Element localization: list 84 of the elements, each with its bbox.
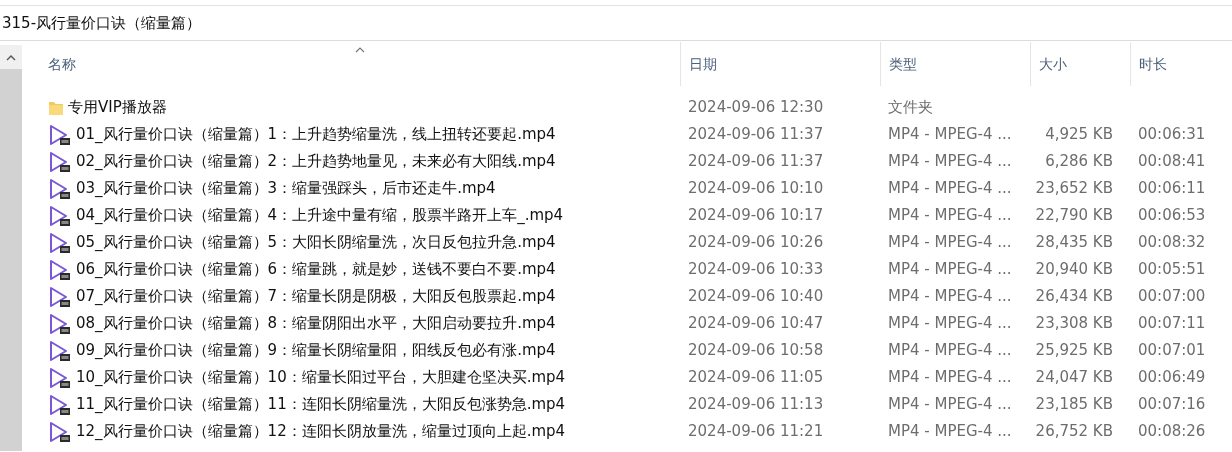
- duration: 00:08:26: [1138, 422, 1206, 441]
- duration: 00:07:16: [1138, 395, 1206, 414]
- video-file-icon: [48, 393, 72, 416]
- date-modified: 2024-09-06 10:33: [688, 260, 824, 279]
- file-name[interactable]: 05_风行量价口诀（缩量篇）5：大阳长阴缩量洗，次日反包拉升急.mp4: [76, 231, 556, 254]
- file-name[interactable]: 02_风行量价口诀（缩量篇）2：上升趋势地量见，未来必有大阳线.mp4: [76, 150, 556, 173]
- file-name[interactable]: 07_风行量价口诀（缩量篇）7：缩量长阴是阴极，大阳反包股票起.mp4: [76, 285, 556, 308]
- scrollbar[interactable]: [0, 45, 22, 451]
- date-modified: 2024-09-06 12:30: [688, 98, 824, 117]
- video-file-icon: [48, 150, 72, 173]
- file-size: 22,790 KB: [1035, 206, 1113, 225]
- file-size: 4,925 KB: [1045, 125, 1113, 144]
- folder-icon: [48, 99, 64, 116]
- video-file-icon: [48, 285, 72, 308]
- file-type: MP4 - MPEG-4 ...: [888, 395, 1012, 414]
- file-name[interactable]: 11_风行量价口诀（缩量篇）11：连阳长阴缩量洗，大阳反包涨势急.mp4: [76, 393, 566, 416]
- date-modified: 2024-09-06 10:17: [688, 206, 824, 225]
- column-header[interactable]: 大小: [1030, 42, 1130, 86]
- video-file-icon: [48, 177, 72, 200]
- file-type: MP4 - MPEG-4 ...: [888, 422, 1012, 441]
- video-file-icon: [48, 231, 72, 254]
- duration: 00:07:00: [1138, 287, 1206, 306]
- video-file-icon: [48, 204, 72, 227]
- file-name[interactable]: 03_风行量价口诀（缩量篇）3：缩量强踩头，后市还走牛.mp4: [76, 177, 496, 200]
- duration: 00:06:49: [1138, 368, 1206, 387]
- file-type: MP4 - MPEG-4 ...: [888, 260, 1012, 279]
- date-modified: 2024-09-06 11:37: [688, 125, 824, 144]
- duration: 00:06:53: [1138, 206, 1206, 225]
- duration: 00:05:51: [1138, 260, 1206, 279]
- file-size: 23,185 KB: [1035, 395, 1113, 414]
- duration: 00:08:32: [1138, 233, 1206, 252]
- video-file-icon: [48, 339, 72, 362]
- video-file-icon: [48, 312, 72, 335]
- file-name[interactable]: 专用VIP播放器: [68, 96, 167, 119]
- file-type: MP4 - MPEG-4 ...: [888, 368, 1012, 387]
- duration: 00:07:01: [1138, 341, 1206, 360]
- file-name[interactable]: 04_风行量价口诀（缩量篇）4：上升途中量有缩，股票半路开上车_.mp4: [76, 204, 564, 227]
- file-name[interactable]: 10_风行量价口诀（缩量篇）10：缩量长阳过平台，大胆建仓坚决买.mp4: [76, 366, 566, 389]
- address-path[interactable]: 315-风行量价口诀（缩量篇）: [2, 11, 202, 35]
- duration: 00:06:11: [1138, 179, 1206, 198]
- video-file-icon: [48, 420, 72, 443]
- file-name[interactable]: 08_风行量价口诀（缩量篇）8：缩量阴阳出水平，大阳启动要拉升.mp4: [76, 312, 556, 335]
- video-file-icon: [48, 366, 72, 389]
- file-name[interactable]: 06_风行量价口诀（缩量篇）6：缩量跳，就是妙，送钱不要白不要.mp4: [76, 258, 556, 281]
- file-type: MP4 - MPEG-4 ...: [888, 287, 1012, 306]
- column-header[interactable]: 名称: [22, 42, 680, 86]
- file-size: 26,434 KB: [1035, 287, 1113, 306]
- date-modified: 2024-09-06 10:10: [688, 179, 824, 198]
- duration: 00:06:31: [1138, 125, 1206, 144]
- date-modified: 2024-09-06 11:37: [688, 152, 824, 171]
- date-modified: 2024-09-06 11:05: [688, 368, 824, 387]
- file-size: 24,047 KB: [1035, 368, 1113, 387]
- column-header[interactable]: 日期: [680, 42, 880, 86]
- file-name[interactable]: 01_风行量价口诀（缩量篇）1：上升趋势缩量洗，线上扭转还要起.mp4: [76, 123, 556, 146]
- file-type: MP4 - MPEG-4 ...: [888, 179, 1012, 198]
- file-size: 25,925 KB: [1035, 341, 1113, 360]
- date-modified: 2024-09-06 10:47: [688, 314, 824, 333]
- file-type: MP4 - MPEG-4 ...: [888, 341, 1012, 360]
- file-size: 26,752 KB: [1035, 422, 1113, 441]
- file-type: MP4 - MPEG-4 ...: [888, 314, 1012, 333]
- duration: 00:07:11: [1138, 314, 1206, 333]
- date-modified: 2024-09-06 11:21: [688, 422, 824, 441]
- video-file-icon: [48, 258, 72, 281]
- date-modified: 2024-09-06 10:40: [688, 287, 824, 306]
- date-modified: 2024-09-06 10:58: [688, 341, 824, 360]
- file-size: 23,652 KB: [1035, 179, 1113, 198]
- file-name[interactable]: 12_风行量价口诀（缩量篇）12：连阳长阴放量洗，缩量过顶向上起.mp4: [76, 420, 566, 443]
- file-type: MP4 - MPEG-4 ...: [888, 125, 1012, 144]
- file-size: 6,286 KB: [1045, 152, 1113, 171]
- column-header[interactable]: 时长: [1130, 42, 1232, 86]
- file-type: 文件夹: [888, 98, 933, 117]
- column-header[interactable]: 类型: [880, 42, 1030, 86]
- file-size: 28,435 KB: [1035, 233, 1113, 252]
- file-type: MP4 - MPEG-4 ...: [888, 206, 1012, 225]
- video-file-icon: [48, 123, 72, 146]
- file-type: MP4 - MPEG-4 ...: [888, 233, 1012, 252]
- date-modified: 2024-09-06 11:13: [688, 395, 824, 414]
- file-size: 20,940 KB: [1035, 260, 1113, 279]
- date-modified: 2024-09-06 10:26: [688, 233, 824, 252]
- scroll-up-icon[interactable]: [6, 53, 16, 61]
- file-name[interactable]: 09_风行量价口诀（缩量篇）9：缩量长阴缩量阳，阳线反包必有涨.mp4: [76, 339, 556, 362]
- duration: 00:08:41: [1138, 152, 1206, 171]
- file-size: 23,308 KB: [1035, 314, 1113, 333]
- file-type: MP4 - MPEG-4 ...: [888, 152, 1012, 171]
